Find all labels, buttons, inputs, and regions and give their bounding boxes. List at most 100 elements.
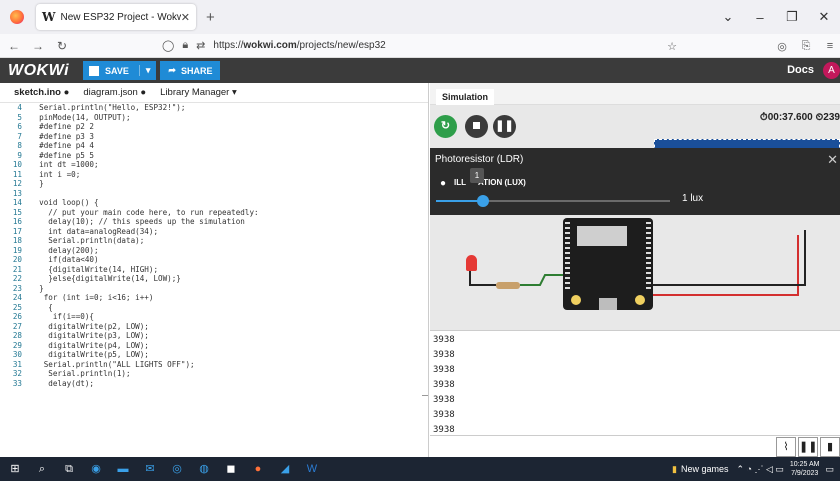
reload-icon[interactable]: ↻ xyxy=(52,39,72,53)
tab-simulation[interactable]: Simulation xyxy=(436,89,494,105)
simulation-canvas[interactable]: ↻ ❚❚ ⏱00:37.600 ⏲239 Photoresistor (LDR)… xyxy=(430,105,840,330)
code-line[interactable]: 8 #define p4 4 xyxy=(0,141,428,151)
code-line[interactable]: 33 delay(dt); xyxy=(0,379,428,389)
red-led[interactable] xyxy=(466,255,477,271)
code-line[interactable]: 30 digitalWrite(p5, LOW); xyxy=(0,350,428,360)
code-line[interactable]: 22 }else{digitalWrite(14, LOW);} xyxy=(0,274,428,284)
save-button[interactable]: SAVE ▾ xyxy=(83,61,157,80)
extensions-icon[interactable]: ⎘ xyxy=(796,40,816,53)
code-text: pinMode(14, OUTPUT); xyxy=(30,112,131,122)
code-line[interactable]: 29 digitalWrite(p4, LOW); xyxy=(0,341,428,351)
line-number: 24 xyxy=(12,293,22,302)
resistor[interactable] xyxy=(496,282,520,289)
window-controls: ⌄ – ❐ ✕ xyxy=(712,0,840,34)
wokwi-logo[interactable]: WOKWi xyxy=(8,62,69,80)
close-tab-icon[interactable]: ✕ xyxy=(181,11,190,24)
code-line[interactable]: 5 pinMode(14, OUTPUT); xyxy=(0,113,428,123)
maximize-icon[interactable]: ❐ xyxy=(776,9,808,25)
simulation-tab-bar: Simulation xyxy=(430,83,840,105)
serial-monitor-output: 3938 3938 3938 3938 3938 3938 3938 xyxy=(430,330,840,435)
share-icon: ➦ xyxy=(168,65,176,75)
code-line[interactable]: 23 } xyxy=(0,284,428,294)
illumination-slider-thumb[interactable] xyxy=(476,195,489,207)
steam-icon[interactable]: ◍ xyxy=(192,457,216,481)
code-line[interactable]: 32 Serial.println(1); xyxy=(0,369,428,379)
tray-label[interactable]: New games xyxy=(681,464,729,474)
back-icon[interactable]: ← xyxy=(4,39,24,53)
code-line[interactable]: 20 if(data<40) xyxy=(0,255,428,265)
code-line[interactable]: 16 delay(10); // this speeds up the simu… xyxy=(0,217,428,227)
code-line[interactable]: 25 { xyxy=(0,303,428,313)
code-line[interactable]: 11 int i =0; xyxy=(0,170,428,180)
store-icon[interactable]: ◼ xyxy=(219,457,243,481)
code-line[interactable]: 19 delay(200); xyxy=(0,246,428,256)
overview-ruler-marker xyxy=(422,395,428,396)
lock-icon: 🔒︎ xyxy=(182,39,189,51)
pause-serial-icon[interactable]: ❚❚ xyxy=(798,437,818,457)
plotter-icon[interactable]: ⌇ xyxy=(776,437,796,457)
file-explorer-icon[interactable]: ▬ xyxy=(111,457,135,481)
avatar[interactable]: A xyxy=(823,62,840,79)
code-line[interactable]: 24 for (int i=0; i<16; i++) xyxy=(0,293,428,303)
tab-library-manager[interactable]: Library Manager ▾ xyxy=(160,87,237,98)
close-window-icon[interactable]: ✕ xyxy=(808,9,840,25)
share-button[interactable]: ➦ SHARE xyxy=(160,61,221,80)
reset-button[interactable] xyxy=(635,295,645,305)
mail-icon[interactable]: ✉ xyxy=(138,457,162,481)
code-line[interactable]: 26 if(i==0){ xyxy=(0,312,428,322)
code-area[interactable]: 4 Serial.println("Hello, ESP32!"); 5 pinM… xyxy=(0,103,428,457)
edge-icon[interactable]: ◉ xyxy=(84,457,108,481)
app-icon[interactable]: ◢ xyxy=(273,457,297,481)
illumination-label: ILL ATION (LUX) xyxy=(454,178,526,187)
code-line[interactable]: 12 } xyxy=(0,179,428,189)
clear-serial-icon[interactable]: ▮ xyxy=(820,437,840,457)
code-text: delay(dt); xyxy=(30,378,95,388)
code-line[interactable]: 15 // put your main code here, to run re… xyxy=(0,208,428,218)
boot-button[interactable] xyxy=(571,295,581,305)
code-text: #define p3 3 xyxy=(30,131,95,141)
new-tab-icon[interactable]: + xyxy=(206,9,215,26)
save-dropdown-icon[interactable]: ▾ xyxy=(138,65,150,76)
browser-tab[interactable]: W New ESP32 Project - Wokwi Sim ✕ xyxy=(36,4,196,30)
code-line[interactable]: 17 int data=analogRead(34); xyxy=(0,227,428,237)
code-line[interactable]: 4 Serial.println("Hello, ESP32!"); xyxy=(0,103,428,113)
search-icon[interactable]: ⌕ xyxy=(30,457,54,481)
windows-start-icon[interactable]: ⊞ xyxy=(3,457,27,481)
task-view-icon[interactable]: ⧉ xyxy=(57,457,81,481)
code-line[interactable]: 9 #define p5 5 xyxy=(0,151,428,161)
line-number: 6 xyxy=(17,122,22,131)
pocket-icon[interactable]: ◎ xyxy=(772,40,792,53)
games-icon[interactable]: ▮ xyxy=(672,464,677,475)
forward-icon[interactable]: → xyxy=(28,39,48,53)
code-text: #define p2 2 xyxy=(30,122,95,131)
tray-icons[interactable]: ⌃ ◔ ⋰ ◁ ▭ xyxy=(737,464,784,475)
serial-line: 3938 xyxy=(433,410,455,420)
menu-icon[interactable]: ≡ xyxy=(820,40,840,52)
code-line[interactable]: 27 digitalWrite(p2, LOW); xyxy=(0,322,428,332)
clock[interactable]: 10:25 AM 7/9/2023 xyxy=(790,460,820,478)
code-line[interactable]: 13 xyxy=(0,189,428,199)
esp32-board[interactable] xyxy=(563,218,653,310)
code-text: #define p5 5 xyxy=(30,150,95,160)
code-line[interactable]: 21 {digitalWrite(14, HIGH); xyxy=(0,265,428,275)
tab-list-icon[interactable]: ⌄ xyxy=(712,9,744,25)
serial-monitor-input[interactable]: ⌇ ❚❚ ▮ xyxy=(430,435,840,457)
code-line[interactable]: 7 #define p3 3 xyxy=(0,132,428,142)
code-line[interactable]: 28 digitalWrite(p3, LOW); xyxy=(0,331,428,341)
docs-link[interactable]: Docs xyxy=(787,64,814,76)
code-line[interactable]: 6 #define p2 2 xyxy=(0,122,428,132)
usb-port xyxy=(599,298,617,310)
tab-diagram-json[interactable]: diagram.json ● xyxy=(83,87,146,98)
code-line[interactable]: 31 Serial.println("ALL LIGHTS OFF"); xyxy=(0,360,428,370)
cortana-icon[interactable]: ◎ xyxy=(165,457,189,481)
bookmark-star-icon[interactable]: ☆ xyxy=(662,40,682,53)
firefox-taskbar-icon[interactable]: ● xyxy=(246,457,270,481)
code-line[interactable]: 10 int dt =1000; xyxy=(0,160,428,170)
close-popup-icon[interactable]: ✕ xyxy=(827,152,838,168)
minimize-icon[interactable]: – xyxy=(744,10,776,25)
word-icon[interactable]: W xyxy=(300,457,324,481)
tab-sketch-ino[interactable]: sketch.ino ● xyxy=(14,87,69,98)
code-line[interactable]: 14 void loop() { xyxy=(0,198,428,208)
code-line[interactable]: 18 Serial.println(data); xyxy=(0,236,428,246)
notifications-icon[interactable]: ▭ xyxy=(825,464,834,475)
